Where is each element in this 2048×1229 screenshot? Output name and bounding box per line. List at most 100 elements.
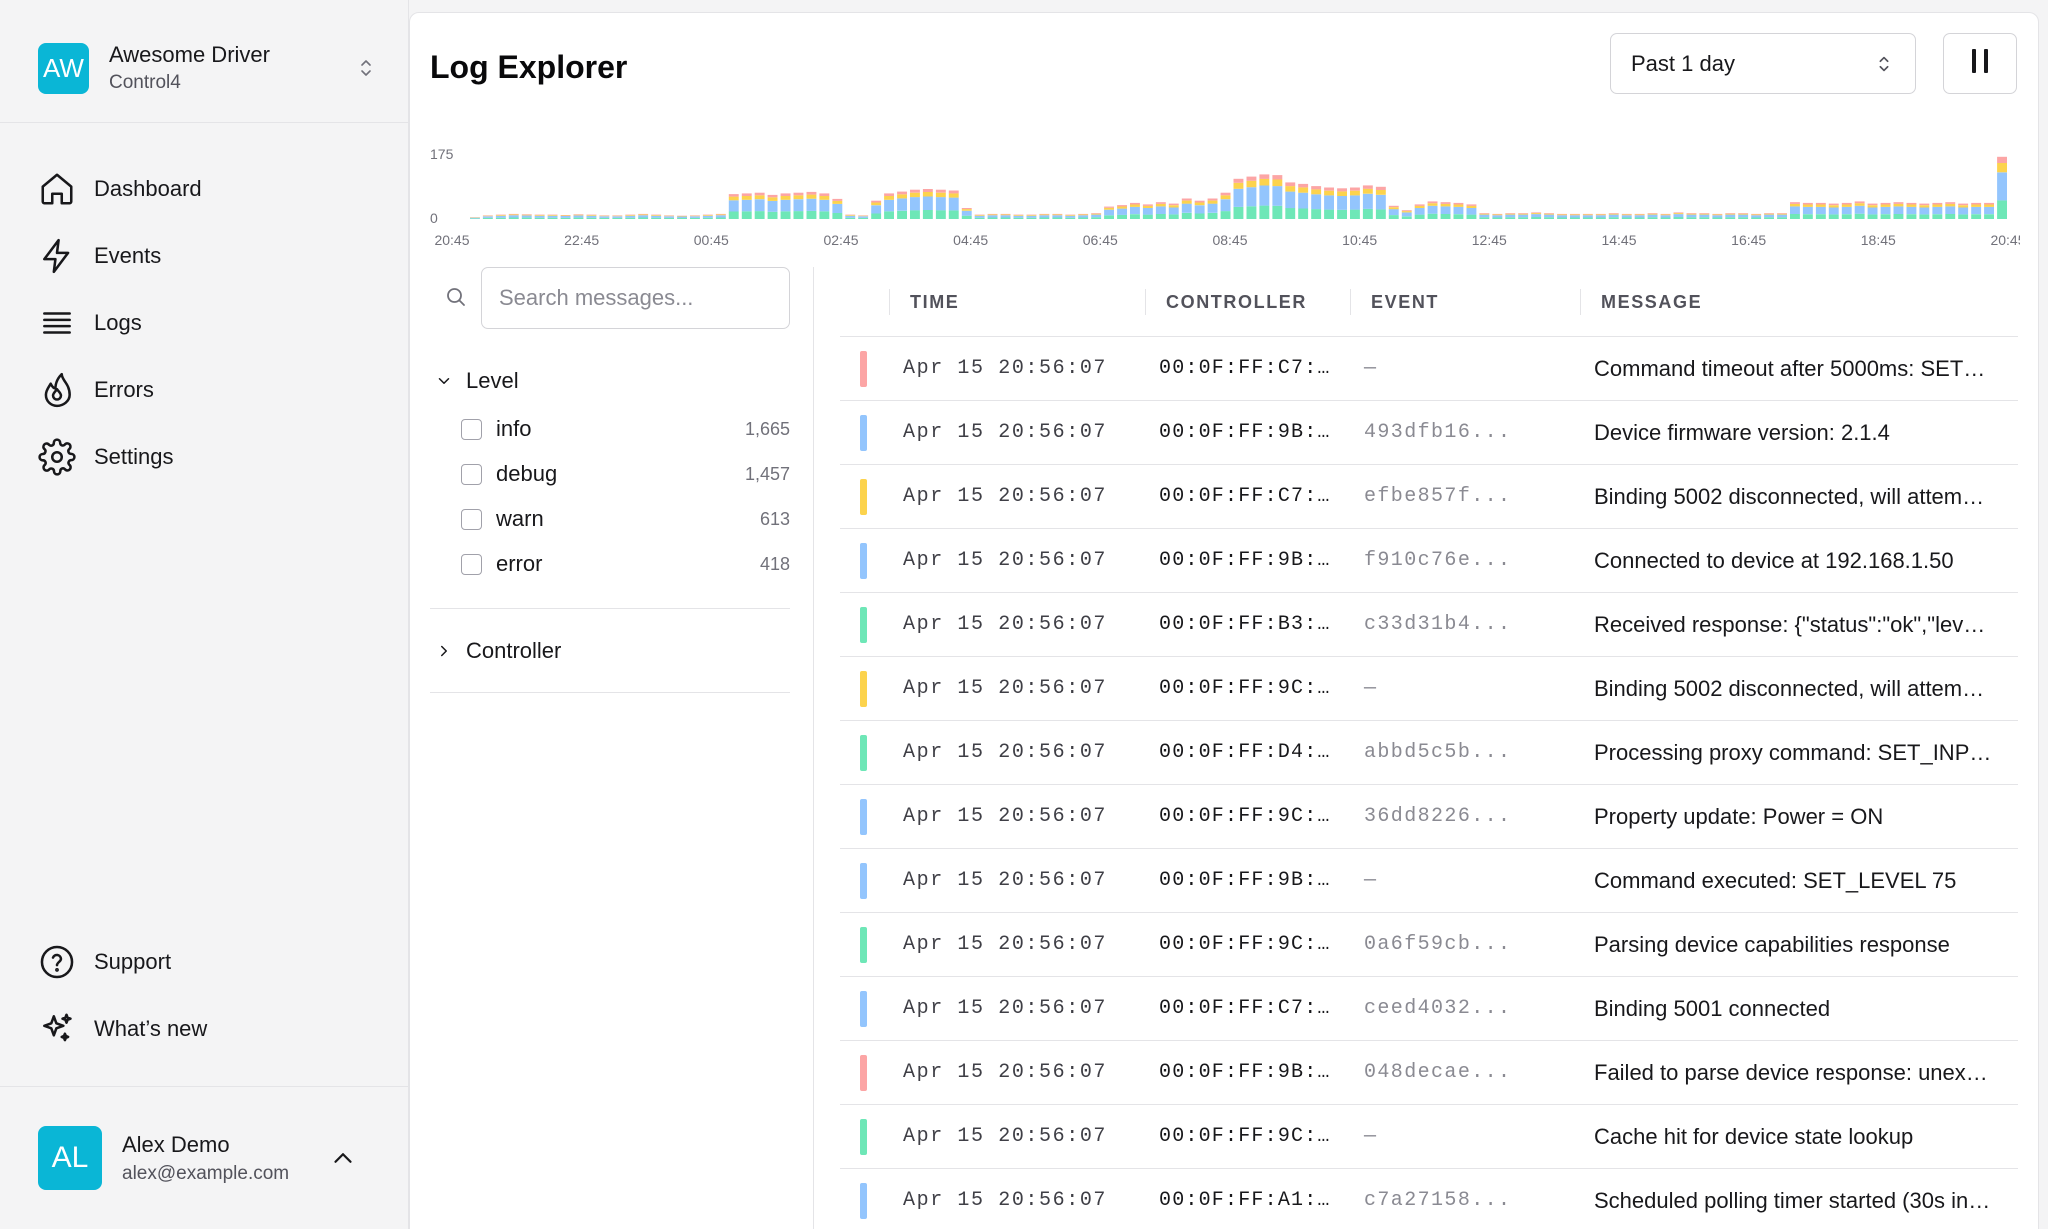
level-section-label: Level <box>466 368 519 393</box>
table-row[interactable]: Apr 15 20:56:07 00:0F:FF:9C:… — Cache hit f… <box>840 1105 2018 1169</box>
column-header-time[interactable]: TIME <box>889 289 959 315</box>
histogram-bar-error <box>1311 186 1322 190</box>
histogram-bar-debug <box>651 215 662 218</box>
x-tick-label: 16:45 <box>1731 232 1766 248</box>
histogram-bar-debug <box>1505 214 1516 218</box>
histogram-bar-error <box>793 192 804 196</box>
histogram-bar-debug <box>1130 206 1140 215</box>
table-row[interactable]: Apr 15 20:56:07 00:0F:FF:C7:… efbe857f... B… <box>840 465 2018 529</box>
histogram-bar-debug <box>677 216 687 218</box>
level-filter-error[interactable]: error 418 <box>461 544 790 584</box>
table-row[interactable]: Apr 15 20:56:07 00:0F:FF:A1:… c7a27158... S… <box>840 1169 2018 1229</box>
pause-button[interactable] <box>1943 33 2017 94</box>
histogram-bar-debug <box>1582 215 1593 218</box>
nav-item-errors[interactable]: Errors <box>38 356 378 423</box>
histogram-bar-info <box>1466 214 1477 219</box>
histogram-bar-error <box>1790 202 1800 204</box>
column-header-event[interactable]: EVENT <box>1350 289 1439 315</box>
histogram-bar-warn <box>508 214 519 216</box>
nav-item-logs[interactable]: Logs <box>38 289 378 356</box>
table-row[interactable]: Apr 15 20:56:07 00:0F:FF:9B:… f910c76e... C… <box>840 529 2018 593</box>
histogram-bar-info <box>1544 217 1554 219</box>
histogram-bar-warn <box>728 196 739 201</box>
level-checkbox[interactable] <box>461 508 482 530</box>
table-row[interactable]: Apr 15 20:56:07 00:0F:FF:B3:… c33d31b4... R… <box>840 593 2018 657</box>
page-title: Log Explorer <box>430 49 628 85</box>
org-subtitle: Control4 <box>109 72 181 93</box>
level-filter-warn[interactable]: warn 613 <box>461 499 790 539</box>
controller-cell: 00:0F:FF:9B:… <box>1159 549 1331 572</box>
column-header-controller[interactable]: CONTROLLER <box>1145 289 1307 315</box>
histogram-bar-debug <box>690 216 700 218</box>
histogram-bar-warn <box>1815 204 1826 207</box>
histogram-bar-debug <box>935 197 946 211</box>
histogram-bar-info <box>897 210 907 219</box>
user-menu[interactable]: AL Alex Demo alex@example.com <box>38 1126 378 1190</box>
histogram-bar-warn <box>754 195 765 200</box>
x-tick-label: 06:45 <box>1083 232 1118 248</box>
histogram-bar-warn <box>1518 213 1529 215</box>
nav-item-support[interactable]: Support <box>38 928 378 995</box>
nav-item-events[interactable]: Events <box>38 222 378 289</box>
histogram-bar-debug <box>1686 214 1697 218</box>
level-checkbox[interactable] <box>461 463 482 485</box>
level-filter-info[interactable]: info 1,665 <box>461 409 790 449</box>
histogram-bar-error <box>1194 200 1205 203</box>
histogram-bar-error <box>1751 213 1762 215</box>
level-section-toggle[interactable]: Level <box>430 361 790 401</box>
level-name: info <box>496 416 532 441</box>
histogram-bar-debug <box>625 215 636 218</box>
histogram-bar-warn <box>1673 213 1684 215</box>
org-switcher[interactable]: AW Awesome Driver Control4 <box>38 40 378 96</box>
histogram-bar-info <box>1440 214 1451 219</box>
message-cell: Binding 5002 disconnected, will attem… <box>1594 676 1985 701</box>
histogram-bar-error <box>1285 182 1296 187</box>
table-row[interactable]: Apr 15 20:56:07 00:0F:FF:C7:… ceed4032... B… <box>840 977 2018 1041</box>
histogram-bar-debug <box>1414 208 1425 215</box>
histogram-bar-warn <box>1557 214 1567 216</box>
nav-item-settings[interactable]: Settings <box>38 423 378 490</box>
histogram-bar-error <box>1595 213 1606 215</box>
histogram-bar-info <box>1777 217 1787 219</box>
histogram-bar-info <box>1220 211 1231 219</box>
table-row[interactable]: Apr 15 20:56:07 00:0F:FF:D4:… abbd5c5b... P… <box>840 721 2018 785</box>
controller-section-toggle[interactable]: Controller <box>430 631 790 671</box>
table-row[interactable]: Apr 15 20:56:07 00:0F:FF:9B:… — Command exe… <box>840 849 2018 913</box>
event-cell: — <box>1364 357 1378 380</box>
level-checkbox[interactable] <box>461 553 482 575</box>
histogram-bar-warn <box>702 215 713 216</box>
table-row[interactable]: Apr 15 20:56:07 00:0F:FF:9B:… 493dfb16... D… <box>840 401 2018 465</box>
nav-item-dashboard[interactable]: Dashboard <box>38 155 378 222</box>
table-row[interactable]: Apr 15 20:56:07 00:0F:FF:9B:… 048decae... F… <box>840 1041 2018 1105</box>
histogram-bar-error <box>780 193 791 196</box>
histogram-bar-warn <box>793 195 804 200</box>
table-row[interactable]: Apr 15 20:56:07 00:0F:FF:9C:… — Binding 500… <box>840 657 2018 721</box>
search-input[interactable] <box>481 267 790 329</box>
histogram-bar-error <box>1388 205 1399 208</box>
table-row[interactable]: Apr 15 20:56:07 00:0F:FF:C7:… — Command tim… <box>840 337 2018 401</box>
histogram-bar-debug <box>612 216 623 218</box>
histogram-bar-info <box>1906 214 1917 219</box>
histogram-bar-debug <box>1854 205 1865 214</box>
histogram-bar-error <box>1233 178 1244 183</box>
level-checkbox[interactable] <box>461 418 482 440</box>
table-row[interactable]: Apr 15 20:56:07 00:0F:FF:9C:… 36dd8226... P… <box>840 785 2018 849</box>
time-range-select[interactable]: Past 1 day <box>1610 33 1916 94</box>
histogram-bar-debug <box>1544 214 1554 218</box>
histogram-bar-warn <box>1375 190 1386 195</box>
histogram-bar-error <box>1880 202 1891 205</box>
chevron-up-down-icon[interactable] <box>354 56 378 80</box>
histogram-bar-error <box>1621 213 1632 215</box>
histogram-bar-error <box>1841 202 1852 205</box>
level-filter-debug[interactable]: debug 1,457 <box>461 454 790 494</box>
histogram-bar-warn <box>1958 205 1969 208</box>
histogram-bar-debug <box>728 200 739 212</box>
nav-item-whats-new[interactable]: What’s new <box>38 995 378 1062</box>
table-row[interactable]: Apr 15 20:56:07 00:0F:FF:9C:… 0a6f59cb... P… <box>840 913 2018 977</box>
column-header-message[interactable]: MESSAGE <box>1580 289 1702 315</box>
histogram-bar-warn <box>819 196 830 200</box>
histogram-bar-info <box>987 217 998 219</box>
histogram-bar-debug <box>573 215 584 218</box>
chevron-up-icon[interactable] <box>328 1143 358 1173</box>
histogram-bar-warn <box>534 215 545 216</box>
